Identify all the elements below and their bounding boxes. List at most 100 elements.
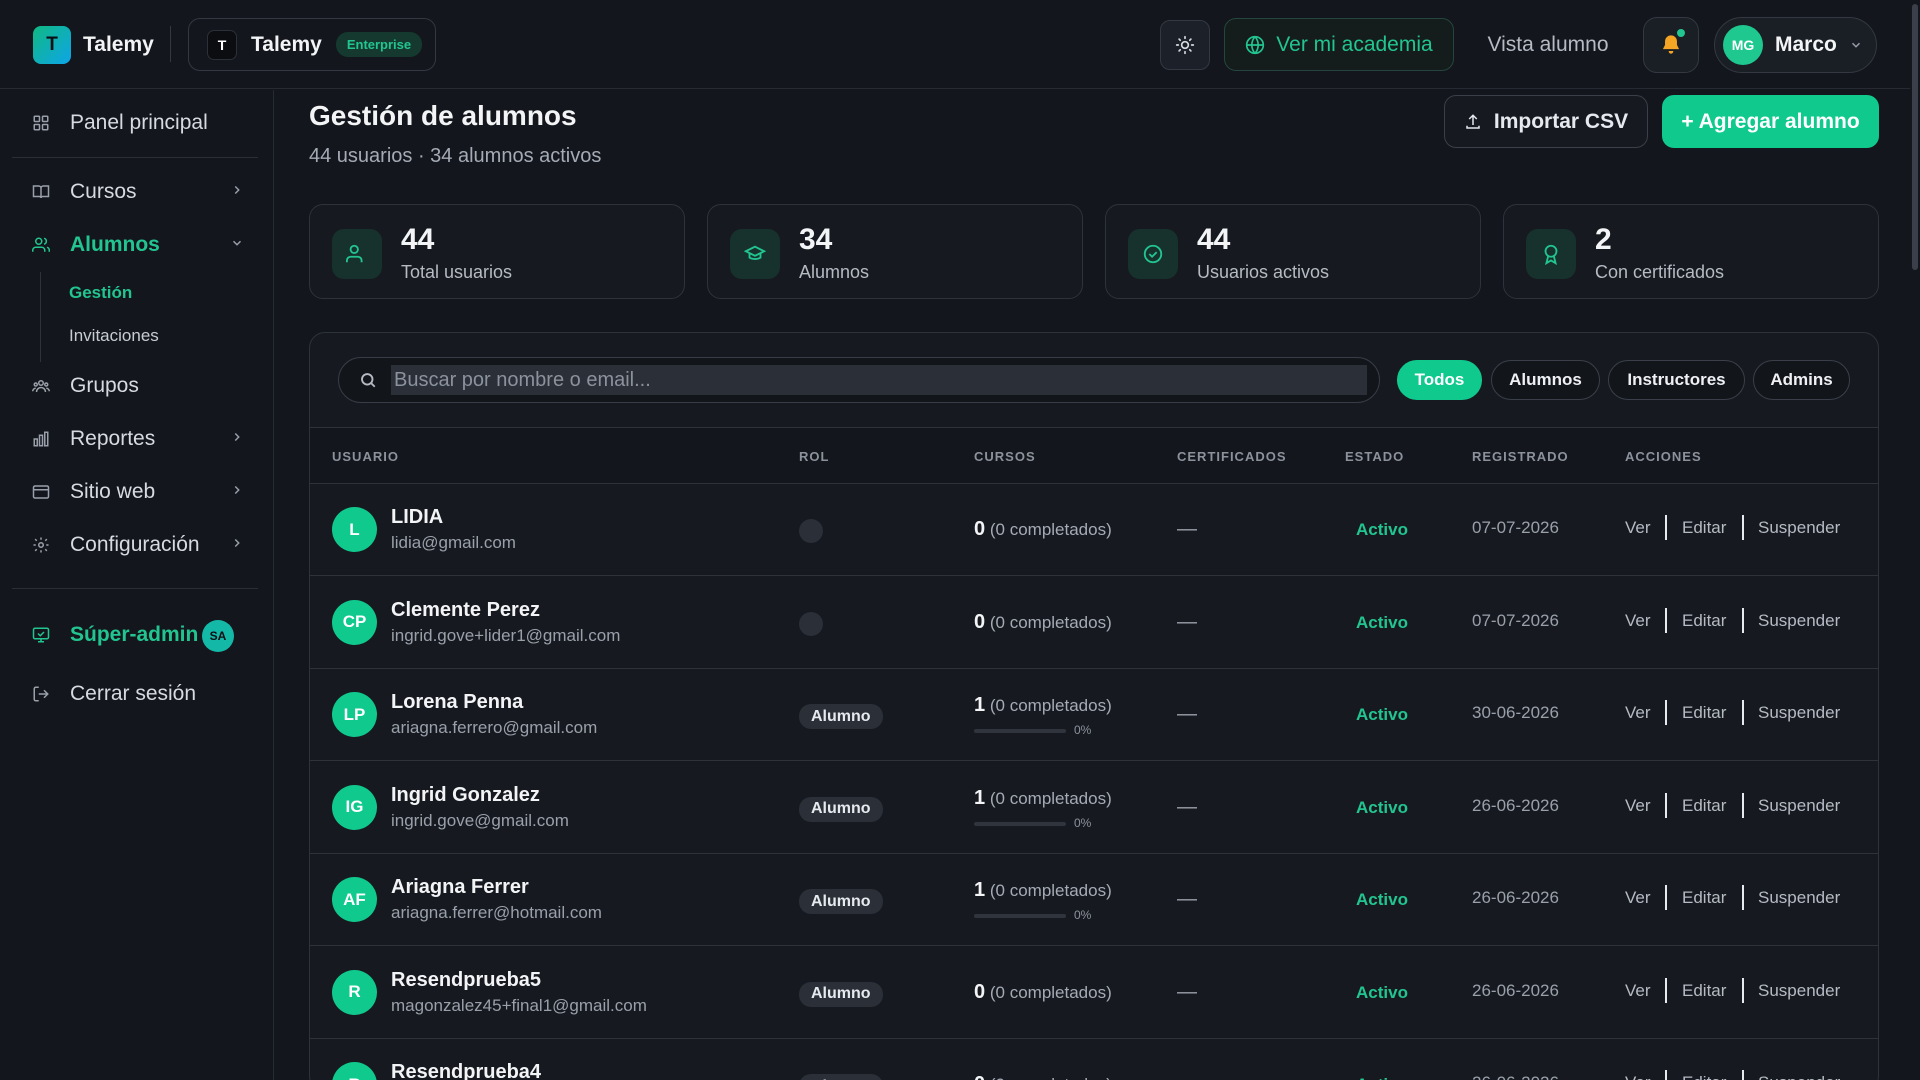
edit-link[interactable]: Editar bbox=[1682, 518, 1726, 538]
suspend-link[interactable]: Suspender bbox=[1758, 796, 1840, 816]
bell-icon bbox=[1662, 35, 1680, 54]
grid-icon bbox=[32, 114, 50, 132]
sidebar-item-website[interactable]: Sitio web bbox=[12, 470, 262, 514]
column-header-user[interactable]: USUARIO bbox=[332, 449, 399, 464]
page-title: Gestión de alumnos bbox=[309, 100, 577, 131]
column-header-status[interactable]: ESTADO bbox=[1345, 449, 1404, 464]
edit-link[interactable]: Editar bbox=[1682, 611, 1726, 631]
certificates-cell: — bbox=[1177, 980, 1197, 1003]
sidebar-item-reports[interactable]: Reportes bbox=[12, 417, 262, 461]
view-link[interactable]: Ver bbox=[1625, 981, 1651, 1001]
view-academy-button[interactable]: Ver mi academia bbox=[1224, 18, 1454, 71]
search-input[interactable] bbox=[391, 365, 1367, 395]
column-header-role[interactable]: ROL bbox=[799, 449, 829, 464]
sidebar-item-courses[interactable]: Cursos bbox=[12, 170, 262, 214]
brand[interactable]: T Talemy bbox=[33, 26, 154, 64]
divider bbox=[12, 588, 258, 589]
import-csv-button[interactable]: Importar CSV bbox=[1444, 95, 1648, 148]
tenant-switcher[interactable]: T Talemy Enterprise bbox=[188, 18, 436, 71]
edit-link[interactable]: Editar bbox=[1682, 796, 1726, 816]
filter-all[interactable]: Todos bbox=[1397, 360, 1482, 400]
user-email: lidia@gmail.com bbox=[391, 533, 516, 552]
certificates-cell: — bbox=[1177, 1073, 1197, 1080]
view-link[interactable]: Ver bbox=[1625, 518, 1651, 538]
stat-value: 34 bbox=[799, 223, 833, 256]
sidebar-subitem-management[interactable]: Gestión bbox=[69, 283, 132, 303]
student-view-button[interactable]: Vista alumno bbox=[1470, 18, 1626, 71]
table-row[interactable]: LP Lorena Penna ariagna.ferrero@gmail.com A… bbox=[310, 669, 1878, 761]
filter-admins[interactable]: Admins bbox=[1753, 360, 1850, 400]
role-badge: Alumno bbox=[799, 796, 883, 822]
theme-toggle-button[interactable] bbox=[1160, 20, 1210, 70]
certificates-cell: — bbox=[1177, 888, 1197, 910]
edit-link[interactable]: Editar bbox=[1682, 703, 1726, 723]
sidebar-item-students[interactable]: Alumnos bbox=[12, 223, 262, 267]
courses-cell: 0 (0 completados) bbox=[974, 518, 1112, 541]
registered-date: 07-07-2026 bbox=[1472, 518, 1559, 537]
column-header-certificates[interactable]: CERTIFICADOS bbox=[1177, 449, 1287, 464]
plan-badge: Enterprise bbox=[335, 32, 423, 57]
user-name: Ariagna Ferrer bbox=[391, 876, 529, 898]
suspend-link[interactable]: Suspender bbox=[1758, 888, 1840, 908]
bar-chart-icon bbox=[32, 430, 50, 448]
role-placeholder bbox=[799, 519, 823, 543]
table-row[interactable]: L LIDIA lidia@gmail.com 0 (0 completados) — A… bbox=[310, 484, 1878, 576]
edit-link[interactable]: Editar bbox=[1682, 981, 1726, 1001]
sidebar-item-groups[interactable]: Grupos bbox=[12, 364, 262, 408]
column-header-courses[interactable]: CURSOS bbox=[974, 449, 1036, 464]
role-badge: Alumno bbox=[799, 704, 883, 729]
sidebar-item-label: Reportes bbox=[70, 427, 156, 450]
column-header-registered[interactable]: REGISTRADO bbox=[1472, 449, 1569, 464]
view-link[interactable]: Ver bbox=[1625, 611, 1651, 631]
groups-icon bbox=[32, 377, 50, 395]
users-icon bbox=[32, 236, 50, 254]
table-row[interactable]: AF Ariagna Ferrer ariagna.ferrer@hotmail.c… bbox=[310, 854, 1878, 946]
courses-completed: (0 completados) bbox=[990, 1075, 1112, 1080]
scrollbar-thumb[interactable] bbox=[1912, 4, 1918, 270]
sidebar-item-dashboard[interactable]: Panel principal bbox=[12, 101, 262, 145]
suspend-link[interactable]: Suspender bbox=[1758, 1073, 1840, 1080]
avatar: AF bbox=[332, 877, 377, 922]
courses-completed: (0 completados) bbox=[989, 881, 1112, 900]
courses-count: 1 bbox=[974, 786, 986, 809]
progress-percent: 0% bbox=[1074, 723, 1092, 737]
table-row[interactable]: IG Ingrid Gonzalez ingrid.gove@gmail.com Al… bbox=[310, 762, 1878, 854]
view-link[interactable]: Ver bbox=[1625, 703, 1651, 723]
action-separator bbox=[1665, 700, 1667, 725]
view-link[interactable]: Ver bbox=[1625, 888, 1651, 908]
sidebar-item-logout[interactable]: Cerrar sesión bbox=[12, 672, 262, 716]
sidebar-subitem-invitations[interactable]: Invitaciones bbox=[69, 326, 159, 346]
suspend-link[interactable]: Suspender bbox=[1758, 518, 1840, 538]
add-student-button[interactable]: + Agregar alumno bbox=[1662, 95, 1879, 148]
user-name: Lorena Penna bbox=[391, 691, 524, 713]
avatar: R bbox=[332, 969, 377, 1015]
courses-completed: (0 completados) bbox=[989, 612, 1112, 632]
suspend-link[interactable]: Suspender bbox=[1758, 703, 1840, 723]
suspend-link[interactable]: Suspender bbox=[1758, 611, 1840, 631]
filter-students[interactable]: Alumnos bbox=[1491, 360, 1600, 400]
avatar: R bbox=[332, 1062, 377, 1080]
sidebar-item-settings[interactable]: Configuración bbox=[12, 523, 262, 567]
view-link[interactable]: Ver bbox=[1625, 1073, 1651, 1080]
edit-link[interactable]: Editar bbox=[1682, 1073, 1726, 1080]
notifications-button[interactable] bbox=[1643, 17, 1699, 73]
chevron-right-icon bbox=[234, 432, 240, 442]
stat-value: 2 bbox=[1595, 223, 1612, 256]
edit-link[interactable]: Editar bbox=[1682, 888, 1726, 908]
progress-percent: 0% bbox=[1074, 908, 1092, 922]
chevron-right-icon bbox=[234, 485, 240, 495]
action-separator bbox=[1742, 977, 1744, 1003]
chevron-down-icon bbox=[1851, 42, 1860, 48]
table-row[interactable]: R Resendprueba5 magonzalez45+final1@gmail.… bbox=[310, 947, 1878, 1039]
view-link[interactable]: Ver bbox=[1625, 796, 1651, 816]
user-menu-button[interactable]: MG Marco bbox=[1714, 17, 1877, 73]
suspend-link[interactable]: Suspender bbox=[1758, 981, 1840, 1001]
table-row[interactable]: R Resendprueba4 Alumno 0 (0 completados) — Ac… bbox=[310, 1039, 1878, 1080]
table-row[interactable]: CP Clemente Perez ingrid.gove+lider1@gmail… bbox=[310, 577, 1878, 669]
role-badge: Alumno bbox=[799, 1074, 883, 1080]
stat-card-total-users: 44 Total usuarios bbox=[309, 204, 685, 299]
sidebar-item-superadmin[interactable]: Súper-admin SA bbox=[12, 613, 262, 657]
gear-icon bbox=[32, 536, 50, 554]
scrollbar[interactable] bbox=[1910, 0, 1920, 1080]
filter-instructors[interactable]: Instructores bbox=[1608, 360, 1745, 400]
